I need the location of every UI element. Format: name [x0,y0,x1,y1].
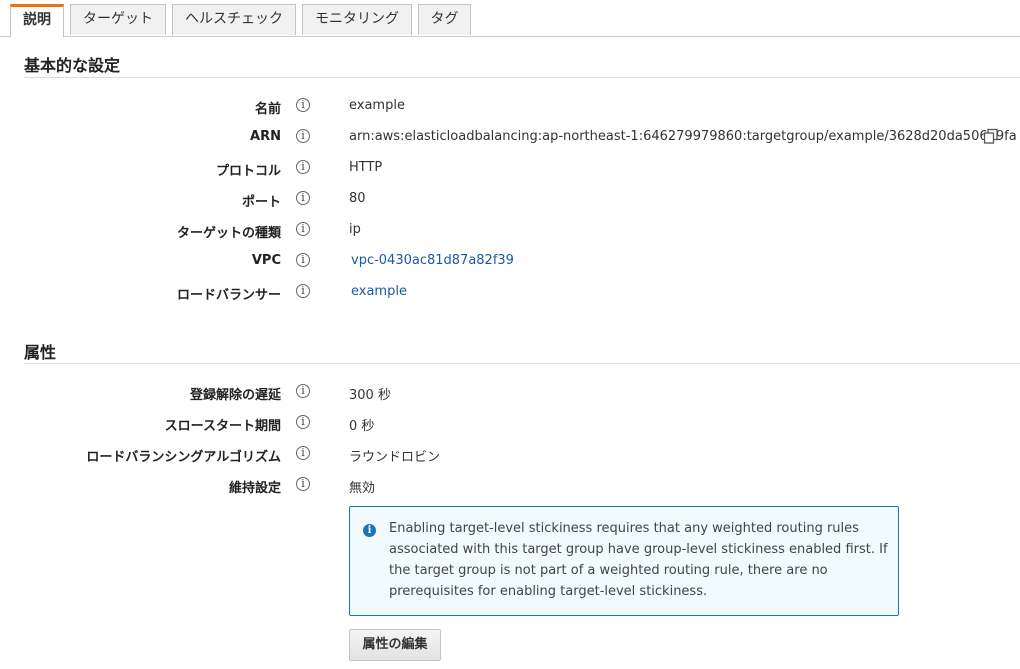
vpc-link[interactable]: vpc-0430ac81d87a82f39 [351,253,514,268]
detail-label: VPC [251,253,281,268]
attr-label: スロースタート期間 [164,419,281,434]
info-icon[interactable]: i [296,98,310,112]
section-divider [24,77,1020,78]
attr-row-algorithm: ロードバランシングアルゴリズム i ラウンドロビン [0,444,1020,466]
detail-row-vpc: VPC i vpc-0430ac81d87a82f39 [0,251,1020,273]
info-icon[interactable]: i [296,384,310,398]
attr-label: ロードバランシングアルゴリズム [86,450,281,465]
tab-description[interactable]: 説明 [10,4,64,37]
attr-value: 無効 [349,481,376,496]
tab-monitoring[interactable]: モニタリング [302,4,412,35]
detail-value: ip [349,222,361,237]
detail-row-load-balancer: ロードバランサー i example [0,282,1020,304]
detail-label: 名前 [254,102,281,117]
detail-value: 80 [349,191,366,206]
detail-row-port: ポート i 80 [0,189,1020,211]
copy-icon[interactable] [983,128,999,144]
tab-targets[interactable]: ターゲット [70,4,166,35]
load-balancer-link[interactable]: example [351,284,407,299]
attr-value: ラウンドロビン [349,450,441,465]
attributes-heading: 属性 [24,343,57,362]
tab-bar: 説明 ターゲット ヘルスチェック モニタリング タグ [0,0,1020,37]
detail-label: ポート [241,195,281,210]
detail-value: HTTP [349,160,383,175]
detail-row-target-type: ターゲットの種類 i ip [0,220,1020,242]
tab-tags[interactable]: タグ [418,4,471,35]
tab-health-check[interactable]: ヘルスチェック [172,4,296,35]
attr-row-stickiness: 維持設定 i 無効 [0,475,1020,497]
stickiness-info-alert: i Enabling target-level stickiness requi… [349,506,899,616]
info-icon[interactable]: i [296,191,310,205]
detail-row-protocol: プロトコル i HTTP [0,158,1020,180]
info-icon[interactable]: i [296,477,310,491]
alert-message: Enabling target-level stickiness require… [389,521,888,599]
edit-attributes-button[interactable]: 属性の編集 [349,629,441,661]
detail-row-name: 名前 i example [0,96,1020,118]
info-icon[interactable]: i [296,415,310,429]
info-icon[interactable]: i [296,160,310,174]
attr-value: 300 秒 [349,388,391,403]
detail-label: ターゲットの種類 [176,226,281,241]
attr-label: 登録解除の遅延 [189,388,281,403]
section-divider [24,363,1020,364]
info-icon[interactable]: i [296,222,310,236]
attr-row-slow-start: スロースタート期間 i 0 秒 [0,413,1020,435]
info-icon[interactable]: i [296,253,310,267]
attr-label: 維持設定 [228,481,281,496]
basic-settings-heading: 基本的な設定 [24,56,121,75]
info-filled-icon: i [363,524,376,537]
info-icon[interactable]: i [296,284,310,298]
detail-label: ロードバランサー [176,288,281,303]
detail-label: プロトコル [215,164,281,179]
info-icon[interactable]: i [296,446,310,460]
detail-label: ARN [250,129,281,144]
attr-row-deregistration-delay: 登録解除の遅延 i 300 秒 [0,382,1020,404]
attr-value: 0 秒 [349,419,375,434]
detail-value: arn:aws:elasticloadbalancing:ap-northeas… [349,129,1017,144]
detail-value: example [349,98,405,113]
detail-row-arn: ARN i arn:aws:elasticloadbalancing:ap-no… [0,127,1020,149]
info-icon[interactable]: i [296,129,310,143]
